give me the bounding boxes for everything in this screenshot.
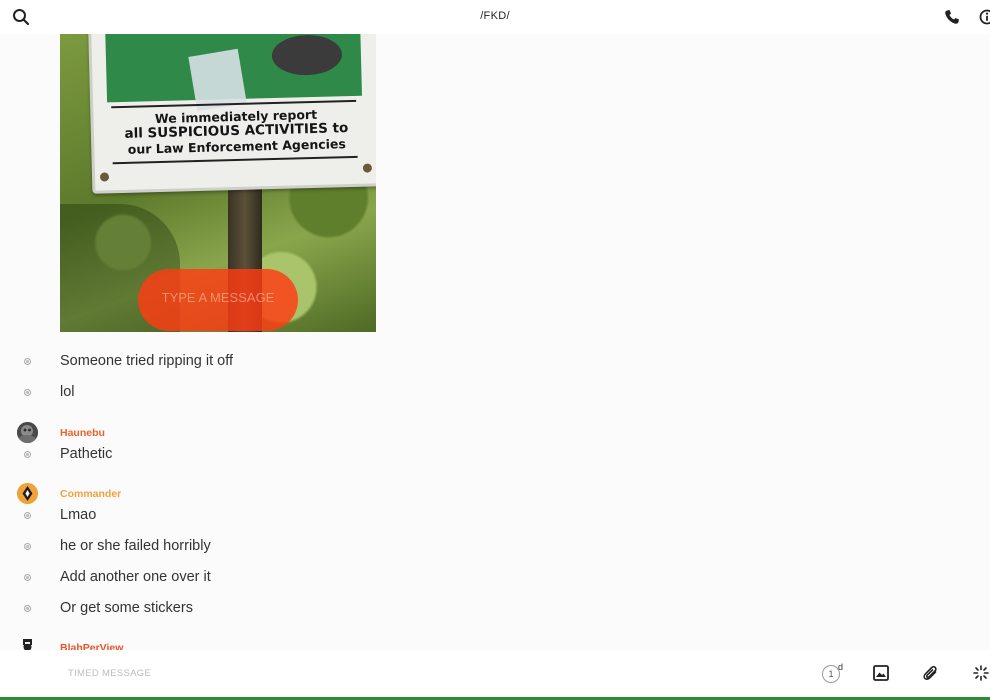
sender-name[interactable]: BlahPerView [60, 642, 123, 650]
message-text: lol [60, 384, 75, 400]
sign-board: We immediately report all SUSPICIOUS ACT… [87, 34, 376, 194]
timer-value: 1 [828, 669, 834, 679]
timer-unit: d [838, 662, 844, 672]
sign-sticker [188, 48, 247, 112]
message-feed[interactable]: We immediately report all SUSPICIOUS ACT… [0, 34, 990, 650]
sign-bolt [362, 163, 373, 173]
message-text: Or get some stickers [60, 600, 193, 616]
message-text: Add another one over it [60, 569, 211, 585]
sparkle-icon[interactable] [973, 665, 989, 686]
avatar[interactable] [17, 636, 38, 650]
sign-text: We immediately report all SUSPICIOUS ACT… [103, 106, 369, 158]
read-status-icon [24, 543, 31, 550]
avatar[interactable] [17, 483, 38, 504]
chat-title: /FKD/ [480, 10, 510, 22]
composer-bar: TIMED MESSAGE 1 d [0, 650, 990, 697]
read-status-icon [24, 358, 31, 365]
message-overlay-text: TYPE A MESSAGE [161, 290, 275, 305]
message-text: Pathetic [60, 446, 113, 462]
read-status-icon [24, 451, 31, 458]
sender-name[interactable]: Haunebu [60, 427, 105, 439]
message-text: he or she failed horribly [60, 538, 211, 554]
timed-message-input[interactable]: TIMED MESSAGE [68, 668, 151, 679]
photo-message[interactable]: We immediately report all SUSPICIOUS ACT… [60, 34, 376, 332]
phone-icon[interactable] [944, 9, 960, 30]
info-icon[interactable] [979, 9, 990, 30]
paperclip-icon[interactable] [923, 665, 939, 687]
sender-name[interactable]: Commander [60, 488, 121, 500]
message-text: Lmao [60, 507, 97, 523]
sign-rule-bottom [112, 155, 358, 165]
read-status-icon [24, 574, 31, 581]
message-text: Someone tried ripping it off [60, 353, 234, 369]
sign-bolt [99, 172, 110, 182]
read-status-icon [24, 389, 31, 396]
read-status-icon [24, 512, 31, 519]
top-bar: /FKD/ [0, 0, 990, 34]
avatar[interactable] [17, 422, 38, 443]
read-status-icon [24, 605, 31, 612]
image-icon[interactable] [873, 665, 889, 686]
